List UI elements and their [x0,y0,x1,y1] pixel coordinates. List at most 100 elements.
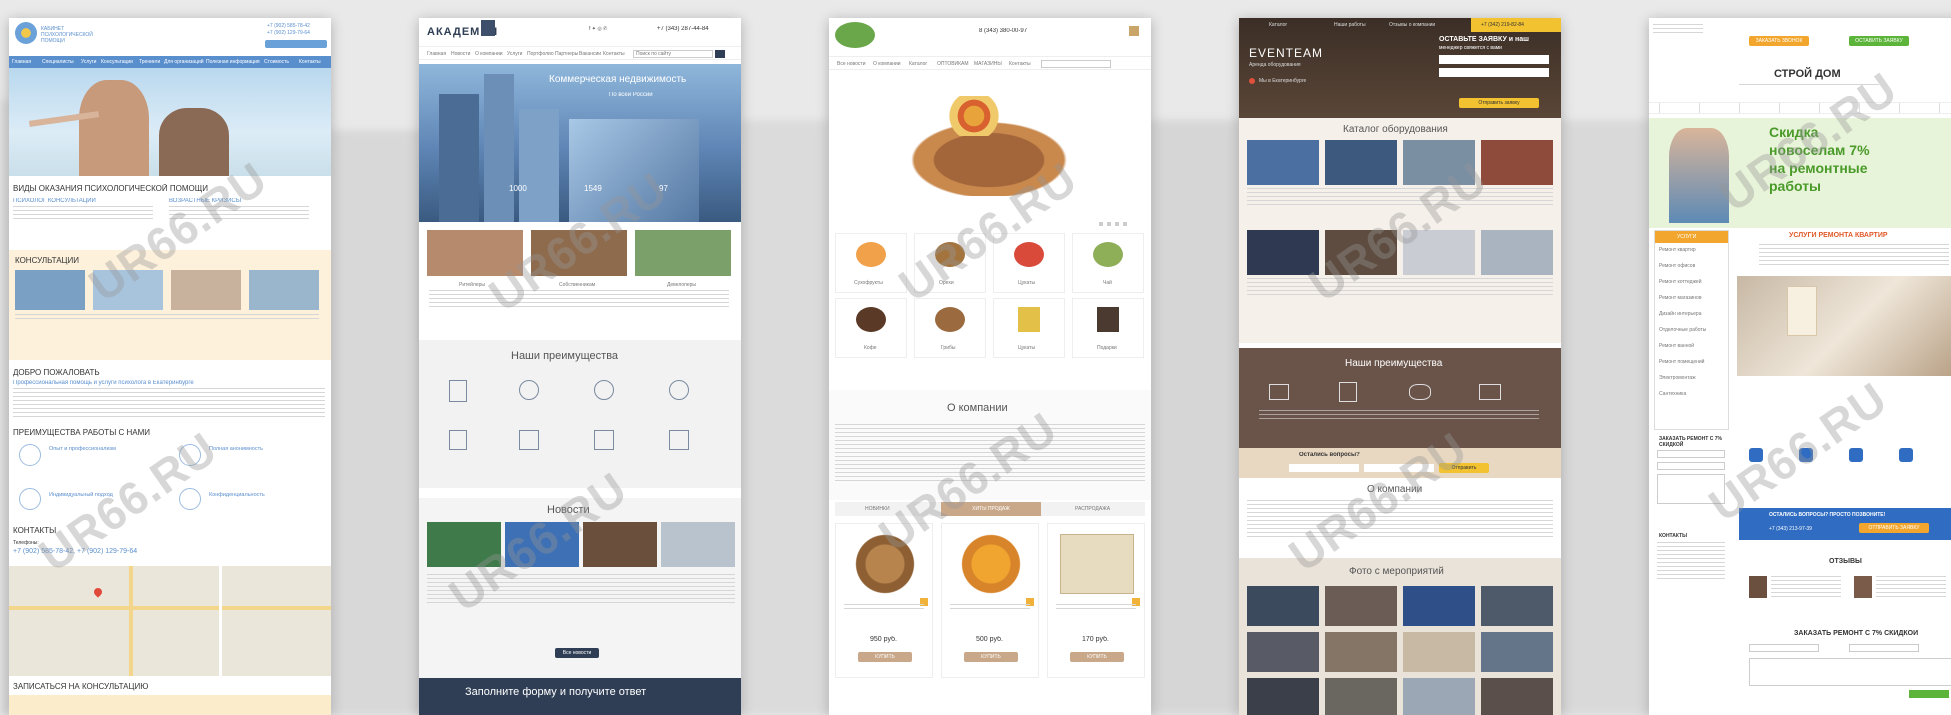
sidebar-item[interactable]: Ремонт офисов [1659,263,1695,269]
nav-item[interactable]: Стоимость [264,59,289,65]
phone[interactable]: +7 (902) 585-78-42 [267,23,310,29]
product-card[interactable]: 500 руб. КУПИТЬ [941,523,1039,678]
nav-item[interactable]: Контакты [299,59,321,65]
equipment-photo[interactable] [1325,230,1397,275]
nav-item[interactable]: О компании [475,51,503,57]
phone[interactable]: 8 (343) 380-00-97 [979,28,1027,34]
consult-photo[interactable] [171,270,241,310]
comment-field[interactable] [1657,474,1725,504]
equipment-photo[interactable] [1481,230,1553,275]
nav-item[interactable]: О компании [873,61,901,67]
nav-item[interactable]: Каталог [909,61,927,67]
slider-dots[interactable] [1099,222,1129,226]
event-photo[interactable] [1325,586,1397,626]
send-button[interactable]: Отправить [1439,463,1489,473]
category-tile[interactable]: Грибы [914,298,986,358]
nav-item[interactable]: ОПТОВИКАМ [937,61,969,67]
nav-item[interactable]: Каталог [1269,22,1287,28]
nav-item[interactable]: Все новости [837,61,866,67]
event-photo[interactable] [1481,586,1553,626]
card-title[interactable]: Ритейлеры [459,282,485,288]
buy-button[interactable]: КУПИТЬ [858,652,912,662]
callback-button[interactable] [265,40,327,48]
product-card[interactable]: 170 руб. КУПИТЬ [1047,523,1145,678]
event-photo[interactable] [1325,632,1397,672]
equipment-photo[interactable] [1403,140,1475,185]
nav-item[interactable]: Вакансии [579,51,601,57]
consult-photo[interactable] [93,270,163,310]
sidebar-item[interactable]: Сантехника [1659,391,1686,397]
nav-item[interactable]: Услуги [81,59,96,65]
event-photo[interactable] [1325,678,1397,715]
category-tile[interactable]: Чай [1072,233,1144,293]
sidebar-item[interactable]: Отделочные работы [1659,327,1706,333]
nav-item[interactable]: Наши работы [1334,22,1366,28]
category-tile[interactable]: Орехи [914,233,986,293]
logo-icon[interactable] [835,22,875,48]
news-image[interactable] [505,522,579,567]
news-image[interactable] [583,522,657,567]
phone[interactable]: +7 (342) 219-82-84 [1481,22,1524,28]
name-field[interactable] [1749,644,1819,652]
logo[interactable]: EVENTEAM [1249,46,1323,60]
sidebar-item[interactable]: Ремонт коттеджей [1659,279,1702,285]
category-tile[interactable]: Цукаты [993,233,1065,293]
request-button[interactable]: ОСТАВИТЬ ЗАЯВКУ [1849,36,1909,46]
search-input[interactable]: Поиск по сайту [633,50,713,58]
phone-field[interactable] [1849,644,1919,652]
nav-item[interactable]: Партнеры [555,51,578,57]
social-icons[interactable]: f ✦ ◎ ✆ [589,26,607,32]
sidebar-item[interactable]: Ремонт ванной [1659,343,1694,349]
nav-item[interactable]: Новости [451,51,470,57]
sidebar-item[interactable]: Ремонт квартир [1659,247,1696,253]
equipment-photo[interactable] [1247,230,1319,275]
buy-button[interactable]: КУПИТЬ [1070,652,1124,662]
equipment-photo[interactable] [1325,140,1397,185]
name-field[interactable] [1289,464,1359,472]
question-phone[interactable]: +7 (343) 213-97-39 [1769,526,1812,532]
nav-item[interactable]: Для организаций [164,59,204,65]
event-photo[interactable] [1403,586,1475,626]
tab[interactable]: НОВИНКИ [865,506,890,512]
map[interactable] [9,566,331,676]
event-photo[interactable] [1247,632,1319,672]
phone-field[interactable] [1364,464,1434,472]
phone-box[interactable]: +7 (342) 219-82-84 [1471,18,1561,32]
category-tile[interactable]: Кофе [835,298,907,358]
send-request-button[interactable]: ОТПРАВИТЬ ЗАЯВКУ [1859,523,1929,533]
category-tile[interactable]: Подарки [1072,298,1144,358]
equipment-photo[interactable] [1247,140,1319,185]
card-image[interactable] [635,230,731,276]
category-tile[interactable]: Цукаты [993,298,1065,358]
hero-slider[interactable] [829,76,1151,226]
card-image[interactable] [427,230,523,276]
contact-phones[interactable]: +7 (902) 585-78-42, +7 (902) 129-79-64 [13,548,137,555]
sidebar-item[interactable]: Электромонтаж [1659,375,1696,381]
nav-item[interactable]: Специалисты [42,59,74,65]
search-input[interactable] [1041,60,1111,68]
map-pin-icon[interactable] [92,586,104,598]
nav-item[interactable]: Полезная информация [206,59,260,65]
tab-active[interactable]: ХИТЫ ПРОДАЖ [941,502,1041,516]
submit-button[interactable]: Отправить заявку [1459,98,1539,108]
event-photo[interactable] [1247,678,1319,715]
phone-field[interactable] [1657,462,1725,470]
nav-item[interactable]: Контакты [1009,61,1031,67]
nav-item[interactable]: МАГАЗИНЫ [974,61,1002,67]
phone[interactable]: +7 (902) 129-79-64 [267,30,310,36]
card-image[interactable] [531,230,627,276]
main-nav[interactable] [1649,102,1951,114]
event-photo[interactable] [1403,632,1475,672]
phone-field[interactable] [1439,68,1549,77]
sidebar-item[interactable]: Ремонт магазинов [1659,295,1702,301]
phone[interactable]: +7 (343) 287-44-84 [657,26,709,32]
category-tile[interactable]: Сухофрукты [835,233,907,293]
nav-item[interactable]: Главная [427,51,446,57]
product-card[interactable]: 950 руб. КУПИТЬ [835,523,933,678]
event-photo[interactable] [1481,632,1553,672]
nav-item[interactable]: Консультации [101,59,133,65]
consult-photo[interactable] [15,270,85,310]
name-field[interactable] [1439,55,1549,64]
submit-button[interactable] [1909,690,1949,698]
name-field[interactable] [1657,450,1725,458]
